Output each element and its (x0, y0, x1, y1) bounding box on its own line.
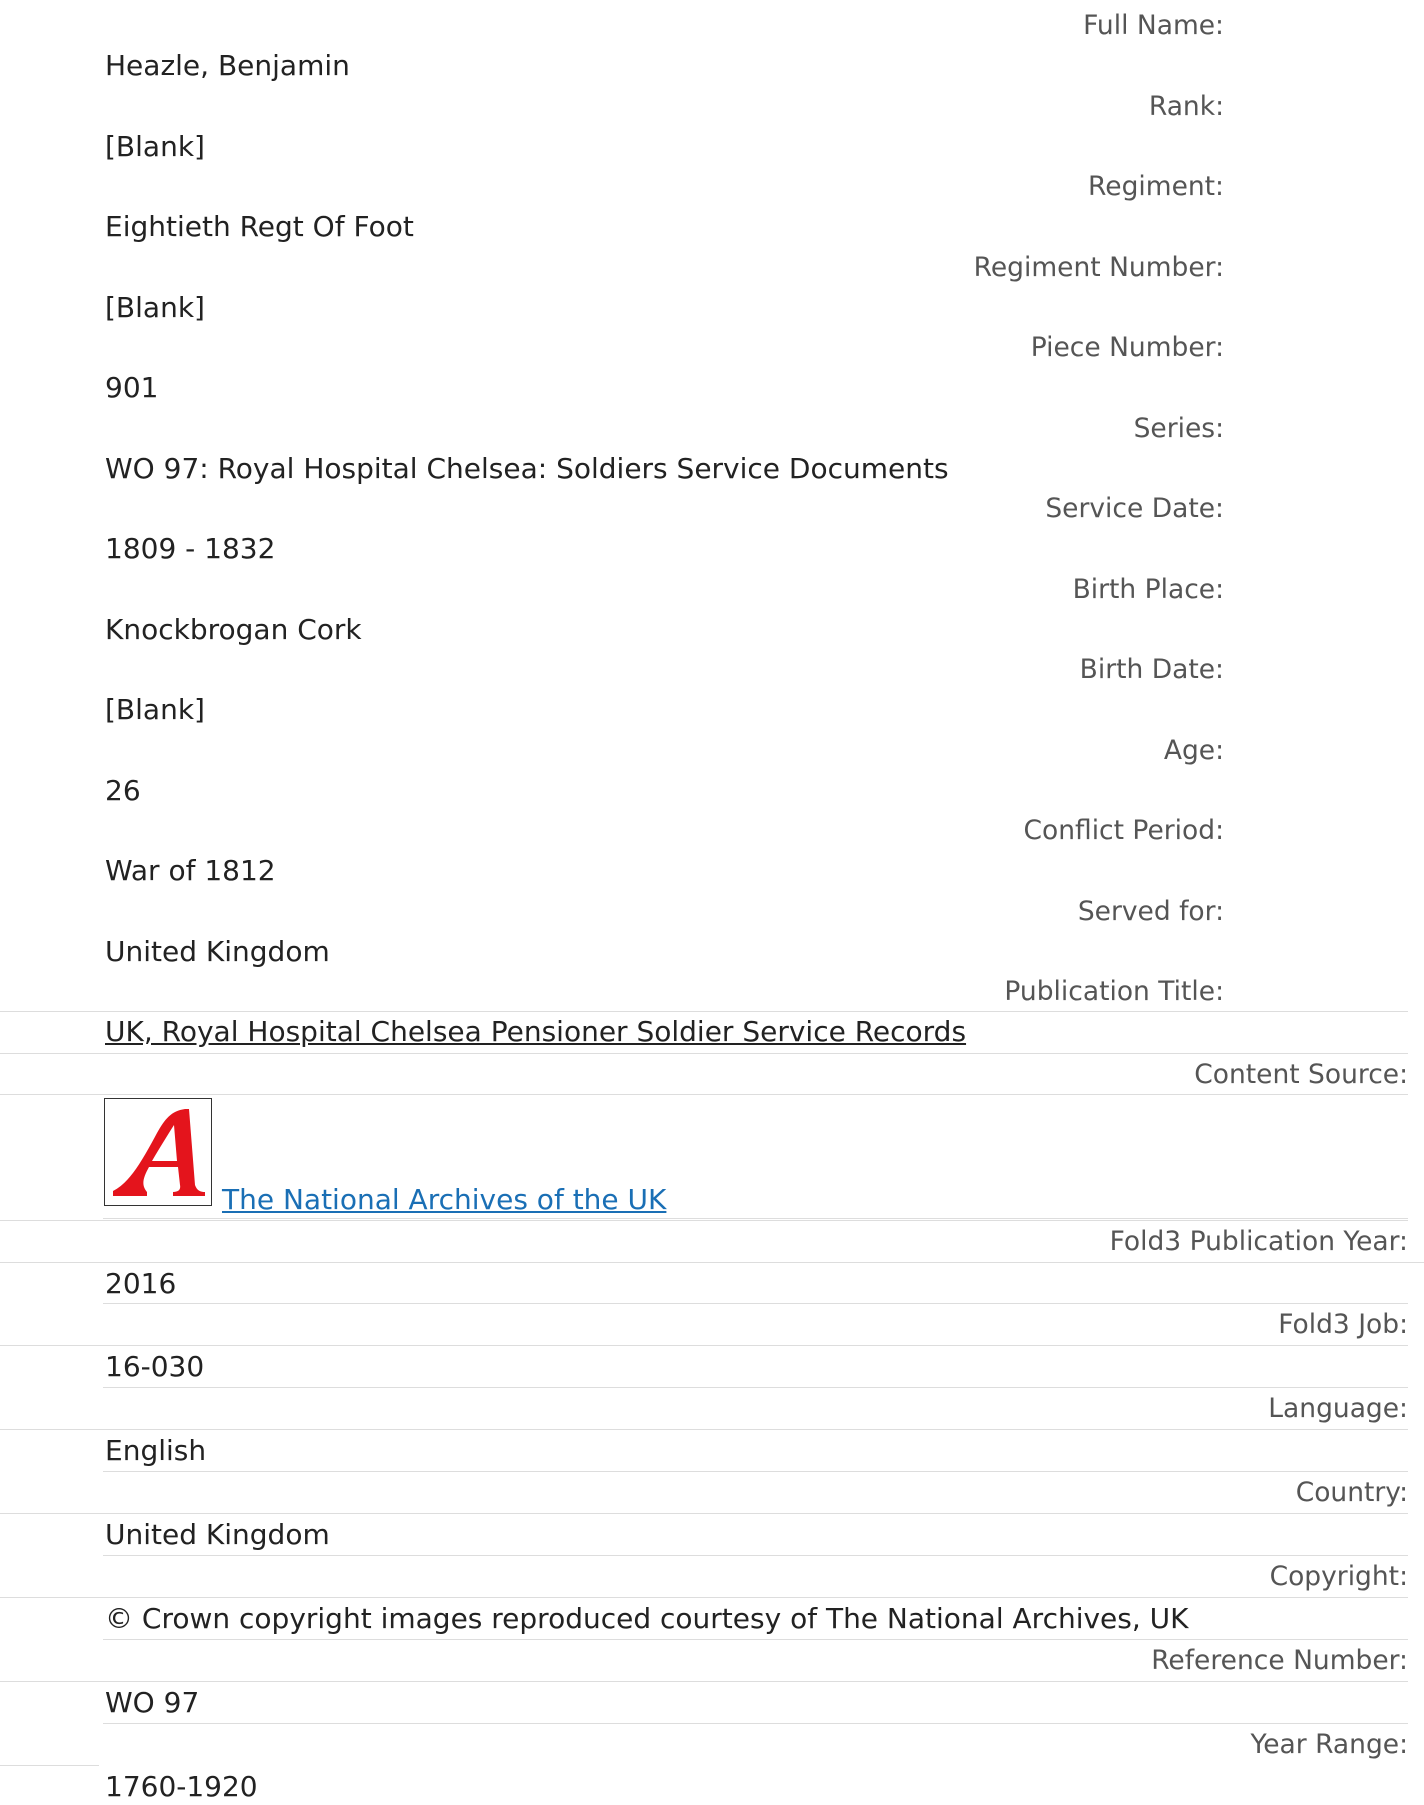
content-source-link[interactable]: The National Archives of the UK (222, 1184, 666, 1216)
field-age: Age: 26 (0, 725, 1424, 807)
field-conflict-period: Conflict Period: War of 1812 (0, 805, 1424, 887)
country-value: United Kingdom (105, 1518, 330, 1551)
field-rank: Rank: [Blank] (0, 81, 1424, 163)
birth-date-value: [Blank] (105, 693, 205, 726)
copyright-value: © Crown copyright images reproduced cour… (105, 1602, 1189, 1635)
field-year-range-label-row: Year Range: (103, 1723, 1408, 1760)
language-label: Language: (1268, 1393, 1408, 1424)
field-full-name: Full Name: Heazle, Benjamin (0, 0, 1424, 82)
full-name-value: Heazle, Benjamin (105, 49, 350, 82)
fold3-job-value: 16-030 (105, 1350, 205, 1383)
country-label: Country: (1295, 1477, 1408, 1508)
field-language-value-row: English (0, 1429, 1408, 1467)
field-fold3-year-label-row: Fold3 Publication Year: (0, 1220, 1408, 1257)
field-content-source-label-row: Content Source: (0, 1053, 1408, 1090)
language-value: English (105, 1434, 207, 1467)
national-archives-logo-glyph (113, 1109, 205, 1196)
fold3-year-label: Fold3 Publication Year: (1109, 1226, 1408, 1257)
year-range-value: 1760-1920 (105, 1770, 258, 1803)
served-for-label: Served for: (1077, 895, 1224, 927)
publication-title-label: Publication Title: (1004, 976, 1224, 1007)
content-source-rule (0, 1094, 1408, 1095)
field-birth-place: Birth Place: Knockbrogan Cork (0, 564, 1424, 646)
conflict-period-label: Conflict Period: (1023, 815, 1224, 846)
field-language-label-row: Language: (103, 1387, 1408, 1424)
field-fold3-job-value-row: 16-030 (0, 1345, 1408, 1383)
field-country-label-row: Country: (103, 1471, 1408, 1508)
field-series: Series: WO 97: Royal Hospital Chelsea: S… (0, 403, 1424, 485)
served-for-value: United Kingdom (105, 934, 330, 968)
field-copyright-value-row: © Crown copyright images reproduced cour… (0, 1597, 1408, 1635)
record-detail-page: Full Name: Heazle, Benjamin Rank: [Blank… (0, 0, 1424, 1805)
field-copyright-label-row: Copyright: (103, 1555, 1408, 1592)
fold3-year-value: 2016 (105, 1267, 177, 1300)
publication-title-link[interactable]: UK, Royal Hospital Chelsea Pensioner Sol… (105, 1016, 966, 1048)
content-source-bottom-rule (103, 1218, 1408, 1219)
field-regiment-number: Regiment Number: [Blank] (0, 242, 1424, 324)
rank-label: Rank: (1148, 90, 1224, 122)
field-reference-number-label-row: Reference Number: (103, 1639, 1408, 1676)
service-date-value: 1809 - 1832 (105, 532, 276, 565)
piece-number-label: Piece Number: (1030, 332, 1224, 363)
content-source-label: Content Source: (1194, 1059, 1408, 1090)
birth-date-label: Birth Date: (1079, 654, 1224, 685)
reference-number-label: Reference Number: (1151, 1645, 1408, 1676)
series-label: Series: (1133, 412, 1224, 444)
field-birth-date: Birth Date: [Blank] (0, 644, 1424, 726)
service-date-label: Service Date: (1045, 493, 1224, 524)
copyright-label: Copyright: (1269, 1561, 1408, 1592)
regiment-value: Eightieth Regt Of Foot (105, 210, 414, 243)
field-publication-title-label: Publication Title: (0, 966, 1424, 1014)
birth-place-value: Knockbrogan Cork (105, 612, 362, 646)
field-country-value-row: United Kingdom (0, 1513, 1408, 1551)
series-value: WO 97: Royal Hospital Chelsea: Soldiers … (105, 451, 949, 485)
regiment-number-label: Regiment Number: (973, 251, 1224, 283)
field-reference-number-value-row: WO 97 (0, 1681, 1408, 1719)
field-served-for: Served for: United Kingdom (0, 886, 1424, 968)
field-piece-number: Piece Number: 901 (0, 322, 1424, 404)
fold3-job-label: Fold3 Job: (1278, 1309, 1408, 1340)
full-name-label: Full Name: (1083, 10, 1224, 41)
national-archives-logo-icon[interactable] (104, 1098, 212, 1206)
field-year-range-rule-stub (0, 1765, 99, 1766)
field-regiment: Regiment: Eightieth Regt Of Foot (0, 161, 1424, 243)
reference-number-value: WO 97 (105, 1686, 200, 1719)
age-label: Age: (1163, 734, 1224, 766)
field-fold3-year-value-row: 2016 (0, 1262, 1424, 1300)
field-fold3-job-label-row: Fold3 Job: (103, 1303, 1408, 1340)
regiment-label: Regiment: (1088, 171, 1224, 202)
conflict-period-value: War of 1812 (105, 854, 276, 887)
publication-title-rule (0, 1011, 1408, 1012)
year-range-label: Year Range: (1250, 1729, 1408, 1760)
field-service-date: Service Date: 1809 - 1832 (0, 483, 1424, 565)
rank-value: [Blank] (105, 129, 205, 163)
birth-place-label: Birth Place: (1072, 573, 1224, 605)
age-value: 26 (105, 773, 141, 807)
piece-number-value: 901 (105, 371, 159, 404)
regiment-number-value: [Blank] (105, 290, 205, 324)
